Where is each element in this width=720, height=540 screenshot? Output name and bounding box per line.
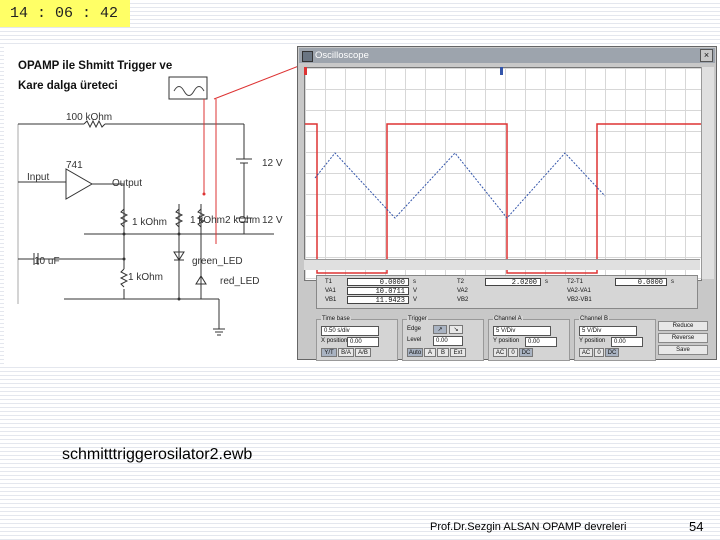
channel-b-dc-button[interactable]: DC	[605, 348, 619, 357]
time-base-group: Time base 0.50 s/div X position 0.00 Y/T…	[316, 316, 398, 361]
channel-b-zero-button[interactable]: 0	[594, 348, 604, 357]
red-led-label: red_LED	[220, 276, 260, 287]
circuit-title-line2: Kare dalga üreteci	[18, 80, 118, 92]
channel-a-title: Channel A	[493, 316, 523, 322]
opamp-741-icon	[65, 168, 94, 200]
reduce-button[interactable]: Reduce	[658, 321, 708, 331]
oscilloscope-traces	[305, 123, 701, 274]
t1-value: 0.0000	[347, 278, 409, 287]
channel-b-title: Channel B	[579, 316, 610, 322]
circuit-schematic	[17, 63, 304, 336]
trigger-title: Trigger	[407, 316, 428, 322]
time-base-xpos-label: X position	[321, 338, 348, 344]
channel-a-square-wave	[305, 123, 701, 274]
vb1-label: VB1	[325, 297, 337, 303]
trigger-ext-button[interactable]: Ext	[450, 348, 466, 357]
t1-label: T1	[325, 279, 333, 285]
resistor-1k-label-1: 1 kOhm	[132, 217, 168, 228]
page-number: 54	[689, 519, 704, 534]
trigger-level-field[interactable]: 0.00	[433, 336, 463, 346]
trigger-marker-1[interactable]	[304, 67, 307, 75]
measurement-readout-panel: T1 VA1 VB1 0.0000 10.0711 11.9423 s V V …	[316, 275, 698, 309]
oscilloscope-screen	[304, 67, 702, 281]
horizontal-scrollbar[interactable]	[304, 259, 700, 270]
channel-b-group: Channel B 5 V/Div Y position 0.00 AC 0 D…	[574, 316, 656, 361]
channel-a-dc-button[interactable]: DC	[519, 348, 533, 357]
t2-t1-value: 0.0000	[615, 278, 667, 287]
trigger-group: Trigger Edge ↗ ↘ Level 0.00 Auto A B Ext	[402, 316, 484, 361]
oscilloscope-title: Oscilloscope	[315, 50, 369, 61]
oscilloscope-window[interactable]: Oscilloscope × T1 VA1 VB1 0.0000 10.0711…	[297, 46, 717, 361]
trigger-falling-edge-button[interactable]: ↘	[449, 325, 463, 334]
trigger-rising-edge-button[interactable]: ↗	[433, 325, 447, 334]
channel-b-triangle-wave	[314, 152, 606, 219]
mode-ba-button[interactable]: B/A	[338, 348, 354, 357]
trigger-level-label: Level	[407, 337, 422, 343]
channel-a-ypos-field[interactable]: 0.00	[525, 337, 557, 347]
vb1-unit: V	[413, 297, 418, 303]
t2-unit: s	[545, 279, 548, 285]
vertical-scrollbar[interactable]	[701, 67, 714, 279]
oscilloscope-titlebar[interactable]: Oscilloscope ×	[299, 48, 715, 63]
va1-label: VA1	[325, 288, 336, 294]
trigger-b-button[interactable]: B	[437, 348, 449, 357]
opamp-label: 741	[66, 160, 83, 171]
channel-a-zero-button[interactable]: 0	[508, 348, 518, 357]
capacitor-label: 10 uF	[34, 256, 60, 267]
channel-a-scale-field[interactable]: 5 V/Div	[493, 326, 551, 336]
battery-12v-bottom-label: 12 V	[262, 215, 283, 226]
channel-b-scale-field[interactable]: 5 V/Div	[579, 326, 637, 336]
t2-label: T2	[457, 279, 465, 285]
channel-b-ypos-field[interactable]: 0.00	[611, 337, 643, 347]
va1-value: 10.0711	[347, 287, 409, 296]
close-icon[interactable]: ×	[700, 49, 713, 62]
save-button[interactable]: Save	[658, 345, 708, 355]
t2-value: 2.0200	[485, 278, 541, 287]
time-base-scale-field[interactable]: 0.50 s/div	[321, 326, 379, 336]
vb2-vb1-label: VB2-VB1	[567, 297, 592, 303]
resistor-1k-bottom-icon	[119, 268, 129, 288]
vb2-label: VB2	[457, 297, 469, 303]
t2-t1-unit: s	[671, 279, 674, 285]
t1-unit: s	[413, 279, 416, 285]
resistor-1k-label-3: 1 kOhm	[128, 272, 164, 283]
mode-yt-button[interactable]: Y/T	[321, 348, 337, 357]
channel-b-ypos-label: Y position	[579, 338, 606, 344]
reverse-button[interactable]: Reverse	[658, 333, 708, 343]
footer-author: Prof.Dr.Sezgin ALSAN OPAMP devreleri	[430, 521, 627, 533]
va2-label: VA2	[457, 288, 468, 294]
trigger-a-button[interactable]: A	[424, 348, 436, 357]
battery-12v-top-label: 12 V	[262, 158, 283, 169]
green-led-label: green_LED	[192, 256, 243, 267]
circuit-title-line1: OPAMP ile Shmitt Trigger ve	[18, 60, 173, 72]
trigger-auto-button[interactable]: Auto	[407, 348, 423, 357]
channel-a-ypos-label: Y position	[493, 338, 520, 344]
resistor-1k-label-2: 1 kOhm2 kOhm	[190, 215, 261, 226]
va2-va1-label: VA2-VA1	[567, 288, 591, 294]
time-base-xpos-field[interactable]: 0.00	[347, 337, 379, 347]
file-name-caption: schmitttriggerosilator2.ewb	[62, 446, 253, 463]
va1-unit: V	[413, 288, 418, 294]
slide-clock: 14 : 06 : 42	[0, 0, 130, 27]
oscilloscope-system-icon[interactable]	[302, 51, 313, 62]
output-label: Output	[112, 178, 143, 189]
t2-t1-label: T2-T1	[567, 279, 584, 285]
input-label: Input	[27, 172, 50, 183]
trigger-edge-label: Edge	[407, 326, 422, 332]
mode-ab-button[interactable]: A/B	[355, 348, 371, 357]
channel-a-ac-button[interactable]: AC	[493, 348, 507, 357]
channel-b-ac-button[interactable]: AC	[579, 348, 593, 357]
time-base-title: Time base	[321, 316, 351, 322]
resistor-100k-label: 100 kOhm	[66, 112, 113, 123]
channel-a-group: Channel A 5 V/Div Y position 0.00 AC 0 D…	[488, 316, 570, 361]
trigger-marker-2[interactable]	[500, 67, 503, 75]
vb1-value: 11.9423	[347, 296, 409, 305]
